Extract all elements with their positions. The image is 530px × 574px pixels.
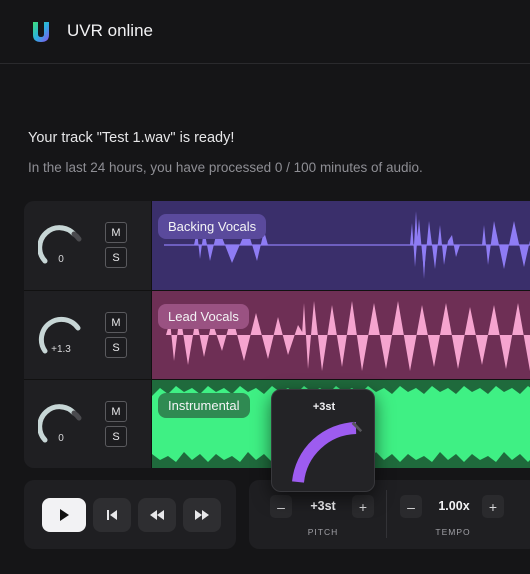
app-header: UVR online — [0, 0, 530, 64]
gain-value: 0 — [58, 433, 64, 444]
track-ready-message: Your track "Test 1.wav" is ready! — [28, 130, 235, 146]
transport-controls — [24, 480, 236, 549]
solo-button[interactable]: S — [105, 247, 127, 268]
app-title: UVR online — [67, 21, 153, 40]
usage-summary: In the last 24 hours, you have processed… — [28, 160, 423, 175]
track-name-label: Lead Vocals — [158, 304, 249, 329]
divider — [386, 490, 387, 538]
mute-button[interactable]: M — [105, 312, 127, 333]
tempo-increase-button[interactable]: + — [482, 495, 504, 518]
track-lead-vocals: +1.3 M S Lead Vocals — [24, 290, 530, 380]
pitch-value: +3st — [310, 499, 336, 513]
tempo-decrease-button[interactable]: – — [400, 495, 422, 518]
gain-value: +1.3 — [51, 344, 71, 355]
uvr-logo-icon[interactable] — [30, 21, 52, 43]
track-controls: 0 M S — [24, 380, 152, 468]
pitch-popover: +3st — [271, 389, 375, 492]
solo-button[interactable]: S — [105, 337, 127, 358]
track-name-label: Backing Vocals — [158, 214, 267, 239]
track-controls: 0 M S — [24, 201, 152, 290]
gain-value: 0 — [58, 254, 64, 265]
pitch-increase-button[interactable]: + — [352, 495, 374, 518]
track-backing-vocals: 0 M S Backing Vocals — [24, 201, 530, 290]
rewind-icon — [150, 510, 164, 520]
track-name-label: Instrumental — [158, 393, 250, 418]
play-icon — [60, 509, 69, 521]
track-controls: +1.3 M S — [24, 291, 152, 380]
waveform-lane[interactable]: Backing Vocals — [152, 201, 530, 290]
solo-button[interactable]: S — [105, 426, 127, 447]
pitch-decrease-button[interactable]: – — [270, 495, 292, 518]
tempo-caption: TEMPO — [435, 527, 471, 537]
waveform-lane[interactable]: Lead Vocals — [152, 291, 530, 380]
mute-button[interactable]: M — [105, 401, 127, 422]
pitch-knob[interactable] — [272, 390, 376, 493]
tempo-value: 1.00x — [438, 499, 470, 513]
skip-back-icon — [107, 510, 117, 520]
pitch-caption: PITCH — [307, 527, 339, 537]
play-button[interactable] — [42, 498, 86, 532]
fast-forward-button[interactable] — [183, 498, 221, 532]
fast-forward-icon — [195, 510, 209, 520]
mute-button[interactable]: M — [105, 222, 127, 243]
skip-back-button[interactable] — [93, 498, 131, 532]
rewind-button[interactable] — [138, 498, 176, 532]
